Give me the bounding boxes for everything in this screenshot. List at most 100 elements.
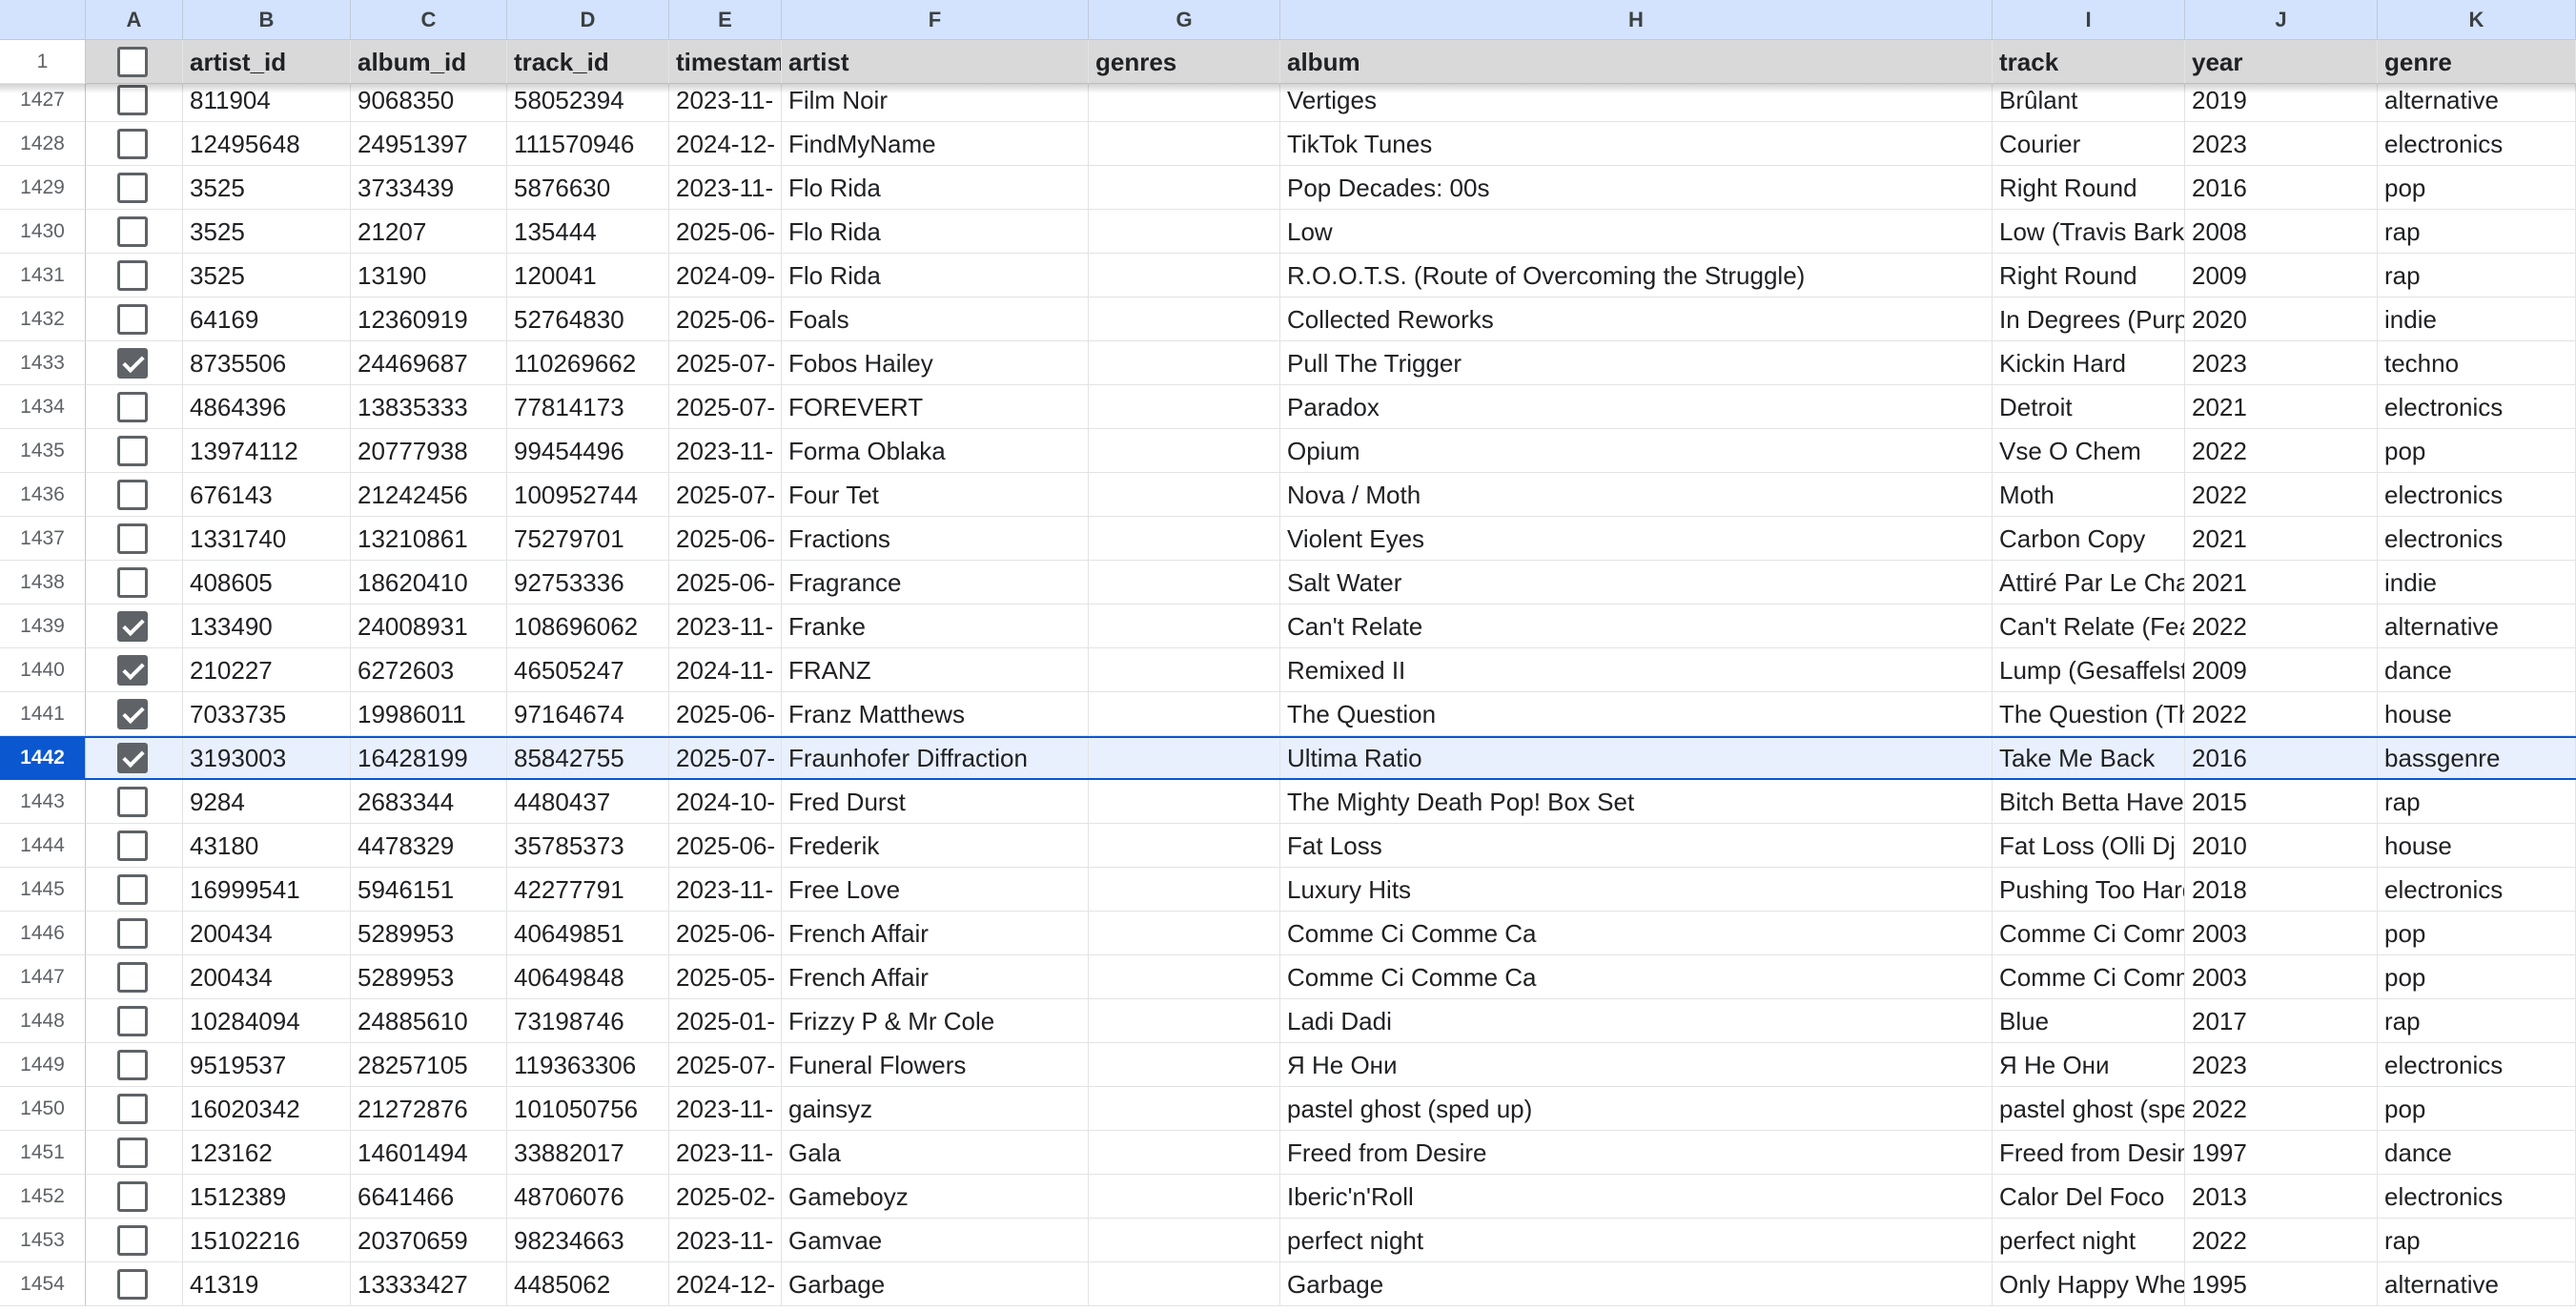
cell-j[interactable]: 2022 bbox=[2185, 605, 2378, 648]
cell-j[interactable]: 2008 bbox=[2185, 210, 2378, 254]
row-checkbox[interactable] bbox=[117, 129, 148, 159]
row-number[interactable]: 1446 bbox=[0, 912, 86, 955]
cell-c[interactable]: 21272876 bbox=[351, 1087, 507, 1131]
cell-k[interactable]: alternative bbox=[2378, 78, 2576, 122]
cell-f[interactable]: French Affair bbox=[782, 955, 1089, 999]
cell-h[interactable]: The Question bbox=[1280, 692, 1993, 736]
cell-g[interactable] bbox=[1089, 1219, 1280, 1262]
cell-a[interactable] bbox=[86, 517, 183, 561]
cell-h[interactable]: Comme Ci Comme Ca bbox=[1280, 955, 1993, 999]
cell-j[interactable]: 2003 bbox=[2185, 912, 2378, 955]
cell-j[interactable]: 2022 bbox=[2185, 429, 2378, 473]
row-checkbox[interactable] bbox=[117, 260, 148, 291]
cell-k[interactable]: indie bbox=[2378, 561, 2576, 605]
cell-f[interactable]: Fobos Hailey bbox=[782, 341, 1089, 385]
cell-i[interactable]: Calor Del Foco bbox=[1993, 1175, 2185, 1219]
cell-b[interactable]: 676143 bbox=[183, 473, 351, 517]
cell-f[interactable]: Gameboyz bbox=[782, 1175, 1089, 1219]
cell-k[interactable]: pop bbox=[2378, 955, 2576, 999]
cell-d[interactable]: 48706076 bbox=[507, 1175, 669, 1219]
row-checkbox[interactable] bbox=[117, 743, 148, 773]
cell-e[interactable]: 2025-06- bbox=[669, 912, 782, 955]
cell-e[interactable]: 2024-09- bbox=[669, 254, 782, 297]
cell-f[interactable]: Gala bbox=[782, 1131, 1089, 1175]
cell-k[interactable]: pop bbox=[2378, 429, 2576, 473]
cell-h[interactable]: Opium bbox=[1280, 429, 1993, 473]
cell-c[interactable]: 24008931 bbox=[351, 605, 507, 648]
cell-k[interactable]: alternative bbox=[2378, 605, 2576, 648]
cell-i[interactable]: Moth bbox=[1993, 473, 2185, 517]
cell-b[interactable]: 200434 bbox=[183, 955, 351, 999]
select-all-corner[interactable] bbox=[0, 0, 86, 40]
column-header-b[interactable]: B bbox=[183, 0, 351, 40]
cell-g[interactable] bbox=[1089, 1262, 1280, 1306]
cell-f[interactable]: Flo Rida bbox=[782, 254, 1089, 297]
cell-j[interactable]: 2023 bbox=[2185, 341, 2378, 385]
header-album-id[interactable]: album_id bbox=[351, 40, 507, 84]
cell-a[interactable] bbox=[86, 254, 183, 297]
cell-h[interactable]: Comme Ci Comme Ca bbox=[1280, 912, 1993, 955]
cell-k[interactable]: electronics bbox=[2378, 385, 2576, 429]
cell-i[interactable]: Pushing Too Hard bbox=[1993, 868, 2185, 912]
cell-e[interactable]: 2025-07- bbox=[669, 473, 782, 517]
row-checkbox[interactable] bbox=[117, 1094, 148, 1124]
cell-a[interactable] bbox=[86, 912, 183, 955]
row-number[interactable]: 1434 bbox=[0, 385, 86, 429]
cell-g[interactable] bbox=[1089, 955, 1280, 999]
cell-c[interactable]: 13333427 bbox=[351, 1262, 507, 1306]
cell-d[interactable]: 42277791 bbox=[507, 868, 669, 912]
row-checkbox[interactable] bbox=[117, 1181, 148, 1212]
cell-i[interactable]: Freed from Desire bbox=[1993, 1131, 2185, 1175]
cell-d[interactable]: 101050756 bbox=[507, 1087, 669, 1131]
row-number[interactable]: 1430 bbox=[0, 210, 86, 254]
cell-c[interactable]: 12360919 bbox=[351, 297, 507, 341]
cell-e[interactable]: 2025-06- bbox=[669, 210, 782, 254]
row-number[interactable]: 1439 bbox=[0, 605, 86, 648]
cell-b[interactable]: 1331740 bbox=[183, 517, 351, 561]
cell-k[interactable]: electronics bbox=[2378, 1043, 2576, 1087]
cell-a[interactable] bbox=[86, 78, 183, 122]
cell-k[interactable]: indie bbox=[2378, 297, 2576, 341]
cell-a[interactable] bbox=[86, 473, 183, 517]
cell-f[interactable]: Flo Rida bbox=[782, 166, 1089, 210]
cell-c[interactable]: 6272603 bbox=[351, 648, 507, 692]
cell-i[interactable]: pastel ghost (sped bbox=[1993, 1087, 2185, 1131]
cell-a[interactable] bbox=[86, 780, 183, 824]
cell-e[interactable]: 2025-07- bbox=[669, 736, 782, 780]
row-number[interactable]: 1450 bbox=[0, 1087, 86, 1131]
cell-f[interactable]: Franz Matthews bbox=[782, 692, 1089, 736]
cell-d[interactable]: 99454496 bbox=[507, 429, 669, 473]
cell-e[interactable]: 2024-12- bbox=[669, 122, 782, 166]
cell-a[interactable] bbox=[86, 868, 183, 912]
cell-g[interactable] bbox=[1089, 868, 1280, 912]
cell-b[interactable]: 133490 bbox=[183, 605, 351, 648]
cell-h[interactable]: Salt Water bbox=[1280, 561, 1993, 605]
row-checkbox[interactable] bbox=[117, 787, 148, 817]
cell-c[interactable]: 18620410 bbox=[351, 561, 507, 605]
row-number[interactable]: 1440 bbox=[0, 648, 86, 692]
cell-d[interactable]: 135444 bbox=[507, 210, 669, 254]
cell-g[interactable] bbox=[1089, 254, 1280, 297]
row-number[interactable]: 1445 bbox=[0, 868, 86, 912]
row-checkbox[interactable] bbox=[117, 216, 148, 247]
cell-h[interactable]: pastel ghost (sped up) bbox=[1280, 1087, 1993, 1131]
cell-i[interactable]: Courier bbox=[1993, 122, 2185, 166]
cell-i[interactable]: Detroit bbox=[1993, 385, 2185, 429]
cell-k[interactable]: rap bbox=[2378, 999, 2576, 1043]
cell-b[interactable]: 1512389 bbox=[183, 1175, 351, 1219]
cell-d[interactable]: 4480437 bbox=[507, 780, 669, 824]
cell-h[interactable]: Ultima Ratio bbox=[1280, 736, 1993, 780]
row-checkbox[interactable] bbox=[117, 567, 148, 598]
cell-c[interactable]: 5946151 bbox=[351, 868, 507, 912]
column-header-c[interactable]: C bbox=[351, 0, 507, 40]
row-number[interactable]: 1428 bbox=[0, 122, 86, 166]
cell-e[interactable]: 2023-11- bbox=[669, 1087, 782, 1131]
cell-i[interactable]: Can't Relate (Feat. bbox=[1993, 605, 2185, 648]
cell-g[interactable] bbox=[1089, 1087, 1280, 1131]
cell-d[interactable]: 4485062 bbox=[507, 1262, 669, 1306]
cell-e[interactable]: 2025-07- bbox=[669, 385, 782, 429]
cell-i[interactable]: Attiré Par Le Chaos bbox=[1993, 561, 2185, 605]
cell-g[interactable] bbox=[1089, 561, 1280, 605]
row-number[interactable]: 1444 bbox=[0, 824, 86, 868]
row-number[interactable]: 1449 bbox=[0, 1043, 86, 1087]
